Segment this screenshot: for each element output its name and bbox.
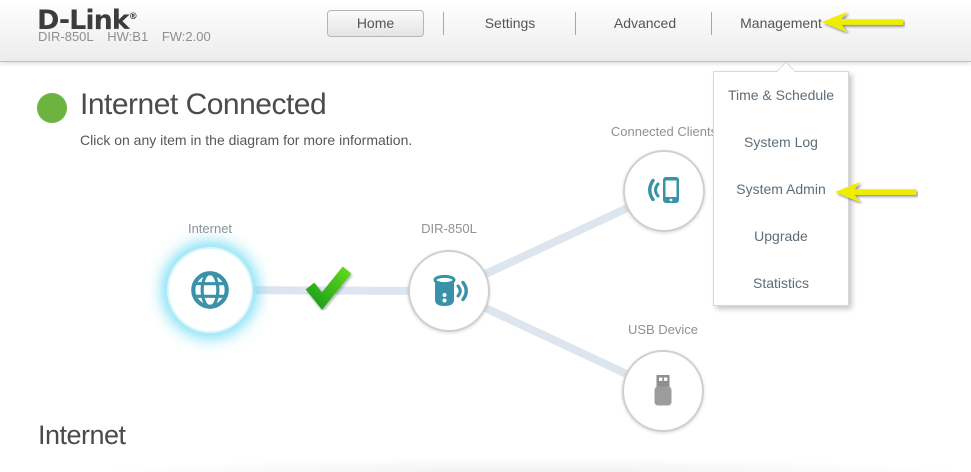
menu-item-statistics[interactable]: Statistics bbox=[714, 260, 848, 307]
usb-drive-icon bbox=[641, 369, 685, 413]
app-header: D-Link® DIR-850L HW:B1 FW:2.00 Home Sett… bbox=[0, 0, 971, 62]
status-indicator bbox=[37, 93, 67, 123]
nav-tab-home[interactable]: Home bbox=[327, 10, 424, 37]
device-hardware-version: HW:B1 bbox=[107, 29, 148, 44]
globe-icon bbox=[187, 267, 233, 313]
menu-item-system-admin[interactable]: System Admin bbox=[714, 166, 848, 213]
nav-tab-settings[interactable]: Settings bbox=[450, 15, 570, 31]
dropdown-notch bbox=[777, 63, 795, 72]
node-label-usb-device: USB Device bbox=[583, 322, 743, 337]
nav-divider bbox=[575, 12, 576, 35]
menu-item-system-log[interactable]: System Log bbox=[714, 119, 848, 166]
nav-tab-advanced[interactable]: Advanced bbox=[585, 15, 705, 31]
menu-item-time-schedule[interactable]: Time & Schedule bbox=[714, 72, 848, 119]
next-section-shadow bbox=[90, 458, 971, 472]
page-title: Internet Connected bbox=[80, 88, 326, 122]
node-connected-clients[interactable] bbox=[623, 150, 705, 232]
router-icon bbox=[427, 269, 471, 313]
node-label-router: DIR-850L bbox=[369, 221, 529, 236]
nav-tab-management[interactable]: Management bbox=[721, 15, 841, 31]
registered-mark: ® bbox=[129, 12, 138, 22]
management-dropdown-menu: Time & Schedule System Log System Admin … bbox=[713, 71, 849, 306]
nav-divider bbox=[711, 12, 712, 35]
menu-item-upgrade[interactable]: Upgrade bbox=[714, 213, 848, 260]
device-model: DIR-850L bbox=[38, 29, 94, 44]
node-internet[interactable] bbox=[167, 247, 253, 333]
wireless-clients-icon bbox=[642, 169, 686, 213]
device-firmware-version: FW:2.00 bbox=[162, 29, 211, 44]
nav-divider bbox=[443, 12, 444, 35]
node-label-internet: Internet bbox=[130, 221, 290, 236]
section-title-internet: Internet bbox=[38, 420, 126, 451]
node-router[interactable] bbox=[408, 250, 490, 332]
checkmark-icon bbox=[310, 270, 347, 301]
router-admin-page: Internet DIR-850L Connected Clients USB … bbox=[0, 0, 971, 472]
node-usb-device[interactable] bbox=[622, 350, 704, 432]
page-subtitle: Click on any item in the diagram for mor… bbox=[80, 132, 412, 148]
device-info: DIR-850L HW:B1 FW:2.00 bbox=[38, 29, 221, 44]
